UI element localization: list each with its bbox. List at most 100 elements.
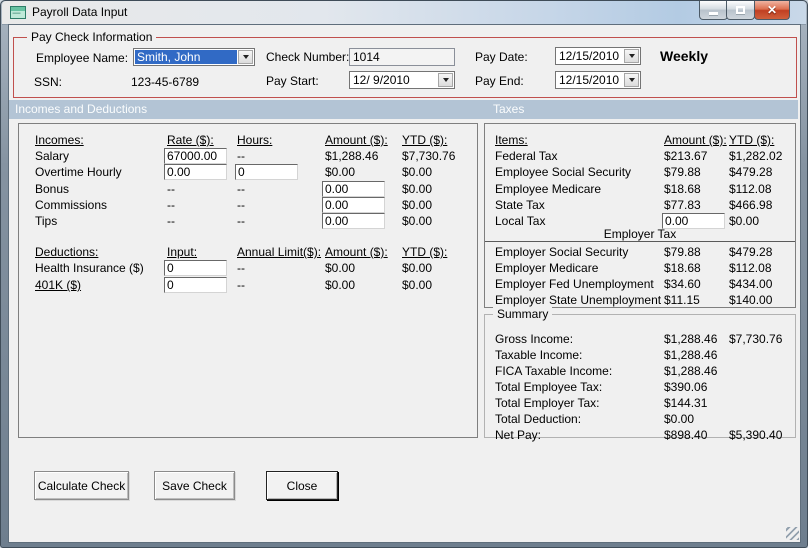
- row-ytd: $7,730.76: [729, 332, 783, 346]
- tax-row-federal: Federal Tax $213.67 $1,282.02: [485, 149, 795, 163]
- section-header-bar: Incomes and Deductions Taxes: [9, 100, 798, 119]
- row-ytd: $479.28: [729, 165, 773, 179]
- annual-limit-col-header: Annual Limit($):: [237, 245, 322, 259]
- pay-date-dropdown-button[interactable]: [624, 49, 639, 63]
- tax-row-local: Local Tax $0.00: [485, 213, 795, 229]
- 401k-link-label[interactable]: 401K ($): [35, 278, 81, 292]
- summary-row-net-pay: Net Pay: $898.40 $5,390.40: [485, 428, 795, 442]
- pay-date-datepicker[interactable]: 12/15/2010: [555, 47, 641, 65]
- row-amount: $18.68: [664, 182, 701, 196]
- row-label: Overtime Hourly: [35, 165, 122, 179]
- row-ytd: $479.28: [729, 245, 773, 259]
- deduction-row-health-insurance: Health Insurance ($) -- $0.00 $0.00: [19, 260, 477, 276]
- summary-row-taxable-income: Taxable Income: $1,288.46: [485, 348, 795, 362]
- save-check-button[interactable]: Save Check: [154, 471, 235, 500]
- summary-row-total-employee-tax: Total Employee Tax: $390.06: [485, 380, 795, 394]
- row-amount: $1,288.46: [664, 348, 718, 362]
- row-ytd: $5,390.40: [729, 428, 783, 442]
- row-ytd: $466.98: [729, 198, 773, 212]
- row-label: Tips: [35, 214, 58, 228]
- deduction-row-401k: 401K ($) -- $0.00 $0.00: [19, 277, 477, 293]
- tax-row-employee-social-security: Employee Social Security $79.88 $479.28: [485, 165, 795, 179]
- pay-start-dropdown-button[interactable]: [438, 73, 453, 87]
- row-rate: --: [167, 198, 175, 212]
- row-ytd: $1,282.02: [729, 149, 783, 163]
- row-amount: $79.88: [664, 165, 701, 179]
- row-ytd: $0.00: [402, 261, 433, 275]
- row-label: Commissions: [35, 198, 108, 212]
- close-button[interactable]: Close: [266, 471, 338, 500]
- pay-start-datepicker[interactable]: 12/ 9/2010: [349, 71, 455, 89]
- amount-col-header: Amount ($):: [325, 245, 388, 259]
- check-number-field[interactable]: [349, 48, 455, 66]
- dropdown-arrow-icon: [628, 54, 635, 58]
- row-ytd: $0.00: [729, 214, 760, 228]
- row-rate: --: [167, 182, 175, 196]
- incomes-col-header: Incomes:: [35, 133, 84, 147]
- row-label: Employer Social Security: [495, 245, 629, 259]
- row-label: Employee Social Security: [495, 165, 632, 179]
- employee-name-label: Employee Name:: [36, 51, 129, 65]
- pay-end-value: 12/15/2010: [559, 73, 620, 87]
- row-ytd: $112.08: [729, 261, 772, 275]
- row-label: Total Employer Tax:: [495, 396, 600, 410]
- income-row-bonus: Bonus -- -- $0.00: [19, 181, 477, 197]
- tax-row-employer-fed-unemployment: Employer Fed Unemployment $34.60 $434.00: [485, 277, 795, 291]
- row-amount: $898.40: [664, 428, 708, 442]
- taxes-section-title: Taxes: [493, 102, 525, 116]
- resize-grip[interactable]: [786, 527, 799, 540]
- ssn-value: 123-45-6789: [131, 75, 200, 89]
- employee-name-value: Smith, John: [135, 50, 237, 64]
- pay-start-value: 12/ 9/2010: [353, 73, 410, 87]
- row-ytd: $112.08: [729, 182, 772, 196]
- income-row-overtime: Overtime Hourly $0.00 $0.00: [19, 164, 477, 180]
- pay-date-value: 12/15/2010: [559, 49, 620, 63]
- row-amount: $1,288.46: [325, 149, 379, 163]
- row-amount: $11.15: [664, 293, 700, 307]
- employee-name-combobox[interactable]: Smith, John: [133, 48, 255, 66]
- tips-amount-input[interactable]: [322, 213, 385, 229]
- row-amount: $144.31: [664, 396, 708, 410]
- row-amount: $390.06: [664, 380, 708, 394]
- tax-row-employer-social-security: Employer Social Security $79.88 $479.28: [485, 245, 795, 259]
- commissions-amount-input[interactable]: [322, 197, 385, 213]
- row-amount: $0.00: [325, 165, 356, 179]
- row-ytd: $7,730.76: [402, 149, 456, 163]
- row-label: Employer Medicare: [495, 261, 599, 275]
- bonus-amount-input[interactable]: [322, 181, 385, 197]
- row-label: Total Employee Tax:: [495, 380, 603, 394]
- summary-row-fica-taxable-income: FICA Taxable Income: $1,288.46: [485, 364, 795, 378]
- row-ytd: $0.00: [402, 165, 433, 179]
- salary-rate-input[interactable]: [164, 148, 227, 164]
- row-label: Bonus: [35, 182, 70, 196]
- 401k-input[interactable]: [164, 277, 227, 293]
- pay-end-datepicker[interactable]: 12/15/2010: [555, 71, 641, 89]
- row-label: Gross Income:: [495, 332, 574, 346]
- summary-row-gross-income: Gross Income: $1,288.46 $7,730.76: [485, 332, 795, 346]
- row-hours: --: [237, 214, 245, 228]
- summary-groupbox: Gross Income: $1,288.46 $7,730.76 Taxabl…: [484, 314, 796, 442]
- deductions-col-header: Deductions:: [35, 245, 99, 259]
- row-ytd: $0.00: [402, 214, 433, 228]
- health-insurance-input[interactable]: [164, 260, 227, 276]
- row-label: FICA Taxable Income:: [495, 364, 613, 378]
- employer-tax-header: Employer Tax: [485, 227, 795, 242]
- overtime-hours-input[interactable]: [235, 164, 298, 180]
- income-row-commissions: Commissions -- -- $0.00: [19, 197, 477, 213]
- ssn-label: SSN:: [34, 75, 63, 89]
- employee-name-dropdown-button[interactable]: [238, 50, 253, 64]
- row-hours: --: [237, 198, 245, 212]
- calculate-check-button[interactable]: Calculate Check: [34, 471, 129, 500]
- ytd-col-header: YTD ($):: [729, 133, 775, 147]
- amount-col-header: Amount ($):: [325, 133, 388, 147]
- overtime-rate-input[interactable]: [164, 164, 227, 180]
- row-label: Employer Fed Unemployment: [495, 277, 654, 291]
- row-amount: $77.83: [664, 198, 701, 212]
- row-ytd: $0.00: [402, 278, 433, 292]
- ytd-col-header: YTD ($):: [402, 245, 448, 259]
- pay-frequency-label: Weekly: [660, 48, 708, 64]
- incomes-deductions-panel: Incomes: Rate ($): Hours: Amount ($): YT…: [18, 123, 478, 438]
- pay-date-label: Pay Date:: [475, 50, 528, 64]
- pay-end-dropdown-button[interactable]: [624, 73, 639, 87]
- income-row-salary: Salary -- $1,288.46 $7,730.76: [19, 148, 477, 164]
